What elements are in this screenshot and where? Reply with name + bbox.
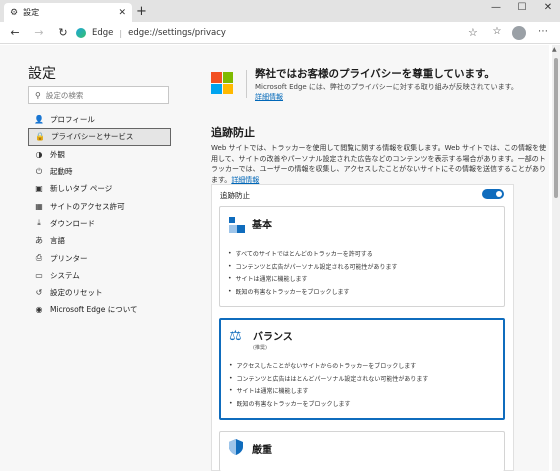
tracking-description: Web サイトでは、トラッカーを使用して閲覧に関する情報を収集します。Web サ… bbox=[211, 143, 547, 185]
close-window-button[interactable]: ✕ bbox=[540, 2, 556, 13]
url-separator: | bbox=[119, 28, 123, 38]
option-title: 厳重 bbox=[252, 445, 272, 456]
sidebar-item-label: 外観 bbox=[50, 149, 65, 159]
search-icon: ⚲ bbox=[35, 90, 41, 100]
bullet-item: 既知の有害なトラッカーをブロックします bbox=[229, 397, 428, 410]
sidebar-item[interactable]: あ言語 bbox=[28, 232, 171, 249]
tracking-option-strict[interactable]: 厳重 bbox=[219, 431, 505, 471]
address-bar[interactable]: Edge | edge://settings/privacy bbox=[76, 25, 482, 41]
privacy-headline: 弊社ではお客様のプライバシーを尊重しています。 bbox=[255, 68, 495, 80]
option-bullets: アクセスしたことがないサイトからのトラッカーをブロックします コンテンツと広告は… bbox=[229, 359, 429, 410]
maximize-button[interactable]: ☐ bbox=[514, 2, 530, 13]
basic-icon bbox=[229, 217, 245, 233]
sidebar-item[interactable]: ⏻ 起動時 bbox=[28, 163, 171, 180]
new-tab-button[interactable]: + bbox=[136, 4, 147, 19]
scroll-up-icon[interactable]: ▲ bbox=[552, 46, 557, 53]
bullet-item: コンテンツと広告がパーソナル設定される可能性があります bbox=[228, 260, 398, 273]
sidebar-item[interactable]: ◉ Microsoft Edge について bbox=[28, 301, 171, 318]
balance-scale-icon: ⚖ bbox=[229, 328, 242, 344]
settings-search-input[interactable]: ⚲ 設定の検索 bbox=[28, 86, 169, 104]
search-placeholder: 設定の検索 bbox=[45, 90, 84, 100]
tracking-section-title: 追跡防止 bbox=[211, 126, 255, 139]
lock-icon: 🔒 bbox=[35, 132, 45, 142]
sidebar-item-label: Microsoft Edge について bbox=[50, 305, 138, 315]
privacy-subtext: Microsoft Edge には、弊社のプライバシーに対する取り組みが反映され… bbox=[255, 82, 523, 102]
sidebar-item-label: プロフィール bbox=[50, 115, 95, 125]
reset-icon: ↺ bbox=[35, 288, 43, 298]
scroll-thumb[interactable] bbox=[554, 58, 558, 198]
sidebar-item[interactable]: ↺ 設定のリセット bbox=[28, 284, 171, 301]
sidebar-item[interactable]: ▭ システム bbox=[28, 267, 171, 284]
bullet-item: 既知の有害なトラッカーをブロックします bbox=[228, 285, 398, 298]
sidebar-item[interactable]: 🔒 プライバシーとサービス bbox=[28, 128, 171, 146]
sidebar-item[interactable]: ⎙ プリンター bbox=[28, 249, 171, 266]
refresh-icon[interactable]: ↻ bbox=[56, 26, 70, 39]
sidebar-item-label: 起動時 bbox=[50, 167, 73, 177]
divider bbox=[246, 70, 247, 98]
microsoft-logo-icon bbox=[211, 72, 233, 94]
gear-icon: ⚙ bbox=[10, 7, 19, 18]
forward-arrow-icon[interactable]: → bbox=[32, 26, 46, 39]
sidebar-item-label: サイトのアクセス許可 bbox=[50, 201, 125, 211]
settings-nav-list: 👤 プロフィール 🔒 プライバシーとサービス ◑ 外観 ⏻ 起動時 ▣ 新しいタブ ページ ▦ サイト… bbox=[28, 111, 171, 319]
tracking-learn-more-link[interactable]: 詳細情報 bbox=[231, 176, 259, 184]
site-label: Edge bbox=[92, 28, 114, 38]
sidebar-title: 設定 bbox=[28, 66, 56, 82]
sidebar-item[interactable]: ▣ 新しいタブ ページ bbox=[28, 180, 171, 197]
bullet-item: すべてのサイトではとんどのトラッカーを許可する bbox=[228, 247, 398, 260]
system-icon: ▭ bbox=[35, 270, 43, 280]
tab-strip: ⚙ 設定 ✕ + — ☐ ✕ bbox=[0, 0, 560, 22]
option-title: バランス bbox=[253, 332, 293, 343]
favorite-star-icon[interactable]: ☆ bbox=[468, 26, 478, 39]
minimize-button[interactable]: — bbox=[488, 2, 504, 13]
sidebar-item-label: 新しいタブ ページ bbox=[50, 184, 113, 194]
sidebar-item-label: プライバシーとサービス bbox=[51, 132, 134, 142]
tracking-toggle[interactable] bbox=[482, 189, 504, 199]
option-bullets: すべてのサイトではとんどのトラッカーを許可する コンテンツと広告がパーソナル設定… bbox=[228, 247, 398, 298]
settings-sidebar: 設定 ⚲ 設定の検索 👤 プロフィール 🔒 プライバシーとサービス ◑ 外観 ⏻ 起動時 ▣ 新し… bbox=[0, 45, 183, 471]
bullet-item: サイトは通常に機能します bbox=[228, 273, 398, 286]
bullet-item: コンテンツと広告ははとんどパーソナル設定されない可能性があります bbox=[229, 372, 429, 385]
sidebar-item-label: プリンター bbox=[50, 253, 88, 263]
tracking-toggle-label: 追跡防止 bbox=[220, 191, 250, 200]
power-icon: ⏻ bbox=[35, 166, 43, 176]
edge-icon: ◉ bbox=[35, 305, 43, 315]
language-icon: あ bbox=[35, 236, 43, 246]
edge-logo-icon bbox=[76, 28, 86, 38]
sidebar-item-label: システム bbox=[50, 270, 80, 280]
tab-close-icon[interactable]: ✕ bbox=[118, 8, 126, 18]
tab-title: 設定 bbox=[23, 8, 40, 17]
profile-avatar[interactable] bbox=[512, 26, 526, 40]
tracking-option-basic[interactable]: 基本 すべてのサイトではとんどのトラッカーを許可する コンテンツと広告がパーソナ… bbox=[219, 206, 505, 307]
sidebar-item[interactable]: ▦ サイトのアクセス許可 bbox=[28, 197, 171, 214]
shield-icon bbox=[229, 439, 243, 457]
url-text[interactable]: edge://settings/privacy bbox=[128, 28, 226, 38]
sidebar-item-label: 設定のリセット bbox=[50, 288, 103, 298]
sidebar-item-label: ダウンロード bbox=[50, 218, 95, 228]
tracking-description-text: Web サイトでは、トラッカーを使用して閲覧に関する情報を収集します。Web サ… bbox=[211, 144, 547, 184]
printer-icon: ⎙ bbox=[35, 253, 43, 263]
tracking-option-balanced[interactable]: ⚖ バランス (推奨) アクセスしたことがないサイトからのトラッカーをブロックし… bbox=[219, 318, 505, 420]
tab-settings[interactable]: ⚙ 設定 ✕ bbox=[4, 3, 132, 22]
option-title: 基本 bbox=[252, 220, 272, 231]
address-toolbar: ← → ↻ Edge | edge://settings/privacy ☆ ☆… bbox=[0, 22, 560, 44]
sidebar-item[interactable]: ◑ 外観 bbox=[28, 146, 171, 163]
favorites-icon[interactable]: ☆ bbox=[490, 26, 504, 37]
appearance-icon: ◑ bbox=[35, 149, 43, 159]
permissions-icon: ▦ bbox=[35, 201, 43, 211]
privacy-body: Microsoft Edge には、弊社のプライバシーに対する取り組みが反映され… bbox=[255, 83, 518, 91]
bullet-item: アクセスしたことがないサイトからのトラッカーをブロックします bbox=[229, 359, 428, 372]
sidebar-item[interactable]: ⤓ ダウンロード bbox=[28, 215, 171, 232]
download-icon: ⤓ bbox=[37, 218, 41, 228]
toggle-knob bbox=[496, 191, 502, 197]
more-menu-icon[interactable]: ⋯ bbox=[536, 26, 550, 37]
sidebar-item[interactable]: 👤 プロフィール bbox=[28, 111, 171, 128]
bullet-item: サイトは通常に機能します bbox=[229, 385, 428, 398]
person-icon: 👤 bbox=[34, 115, 44, 125]
option-recommended-label: (推奨) bbox=[253, 345, 267, 351]
privacy-learn-more-link[interactable]: 詳細情報 bbox=[255, 93, 283, 101]
sidebar-item-label: 言語 bbox=[50, 236, 65, 246]
back-arrow-icon[interactable]: ← bbox=[8, 26, 22, 39]
new-tab-icon: ▣ bbox=[35, 184, 43, 194]
